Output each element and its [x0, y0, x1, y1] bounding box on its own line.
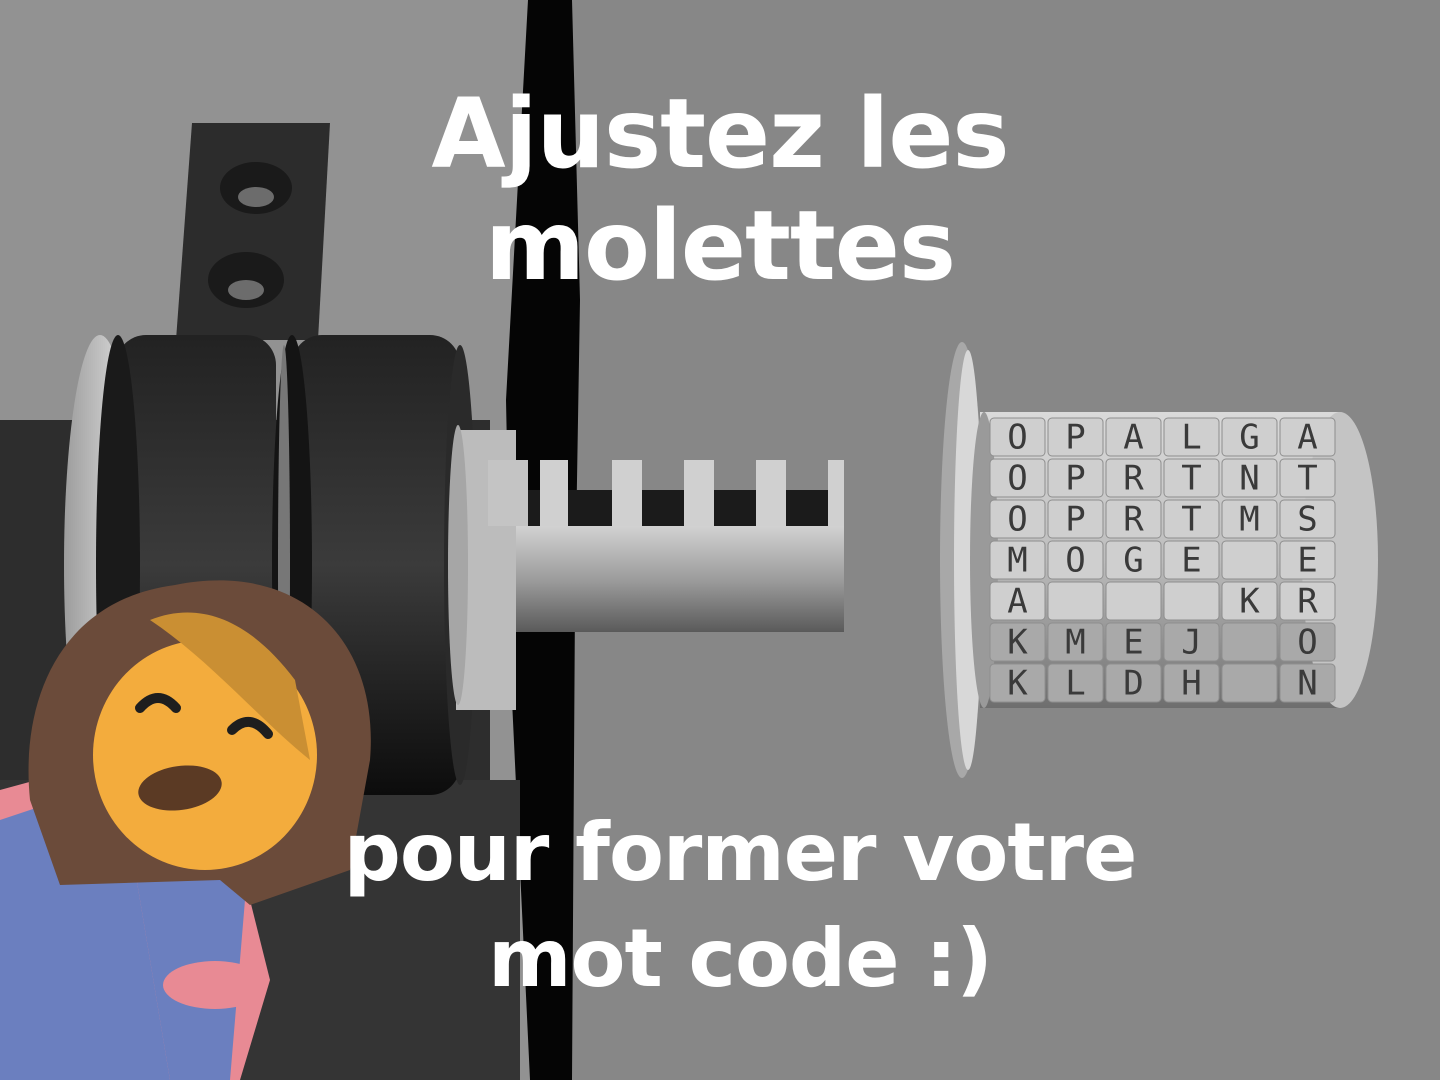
cylinder-letter: E: [1123, 623, 1143, 663]
cylinder-letter: O: [1007, 418, 1027, 458]
caption-bottom-line-1: pour former votre: [343, 806, 1138, 899]
caption-top-line-1: Ajustez les: [431, 78, 1009, 190]
cylinder-letter: M: [1065, 623, 1085, 663]
cylinder-letter: H: [1181, 664, 1201, 704]
cylinder-letter: R: [1297, 582, 1318, 622]
cylinder-letter: A: [1123, 418, 1143, 458]
cylinder-letter: P: [1065, 500, 1085, 540]
cylinder-letter: T: [1297, 459, 1317, 499]
cylinder-letter: J: [1181, 623, 1201, 663]
cylinder-cell: [1221, 663, 1278, 703]
cylinder-letter: N: [1297, 664, 1317, 704]
cylinder-letter: O: [1007, 459, 1027, 499]
cylinder-letter: P: [1065, 459, 1085, 499]
caption-bottom: pour former votre mot code :): [20, 800, 1440, 1012]
cylinder-letter: K: [1239, 582, 1260, 622]
cylinder-letter: L: [1181, 418, 1201, 458]
cylinder-letter: A: [1007, 582, 1027, 622]
cylinder-letter: E: [1181, 541, 1201, 581]
cylinder-cell: [1163, 581, 1220, 621]
cylinder-letter: O: [1007, 500, 1027, 540]
cylinder-letter: N: [1239, 459, 1259, 499]
cylinder-cell: [1221, 622, 1278, 662]
cylinder-letter: E: [1297, 541, 1317, 581]
cylinder-letter: R: [1123, 500, 1144, 540]
cylinder-cell: [1105, 581, 1162, 621]
cylinder-letter: M: [1239, 500, 1259, 540]
caption-bottom-line-2: mot code :): [488, 912, 993, 1005]
cylinder-letter: G: [1239, 418, 1259, 458]
cylinder-letter: A: [1297, 418, 1317, 458]
cylinder-letter: S: [1297, 500, 1317, 540]
cylinder-letter: D: [1123, 664, 1143, 704]
caption-top: Ajustez les molettes: [0, 78, 1440, 302]
cylinder-letter: K: [1007, 664, 1028, 704]
cylinder-cell: [1221, 540, 1278, 580]
caption-top-line-2: molettes: [484, 190, 956, 302]
cylinder-letter: P: [1065, 418, 1085, 458]
cylinder-letter: O: [1065, 541, 1085, 581]
scene: OPALGAOPRTNTOPRTMSMOGEEAKRKMEJOKLDHN Aju…: [0, 0, 1440, 1080]
cylinder-letter: M: [1007, 541, 1027, 581]
cylinder-letter: L: [1065, 664, 1085, 704]
cylinder-letter: G: [1123, 541, 1143, 581]
cylinder-letter: K: [1007, 623, 1028, 663]
cylinder-letter: T: [1181, 500, 1201, 540]
cylinder-letter: O: [1297, 623, 1317, 663]
cylinder-letter: T: [1181, 459, 1201, 499]
cylinder-cell: [1047, 581, 1104, 621]
cylinder-letter: R: [1123, 459, 1144, 499]
